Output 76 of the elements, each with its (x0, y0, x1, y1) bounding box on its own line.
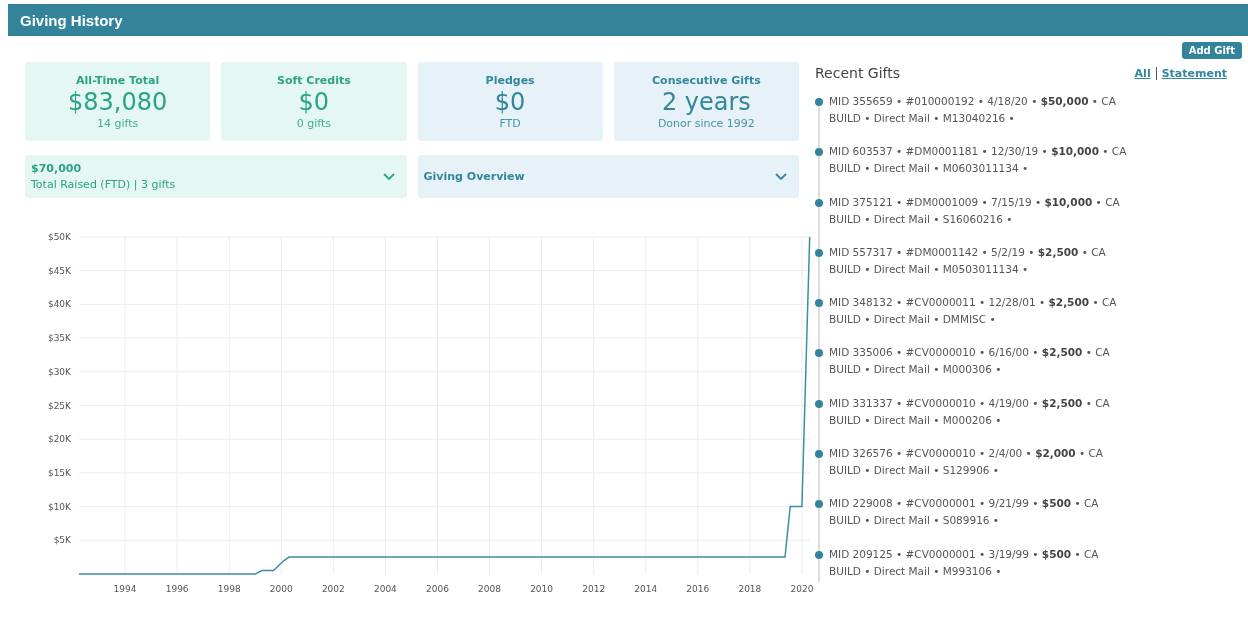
timeline-dot (815, 349, 823, 358)
stat-value: $0 (298, 87, 330, 116)
timeline-dot (815, 450, 823, 459)
x-axis-label: 1998 (217, 584, 241, 594)
stat-value: $0 (494, 87, 526, 116)
timeline-dot (815, 198, 823, 207)
y-axis-label: $15K (47, 467, 71, 478)
dropdown[interactable]: $70,000 Total Raised (FTD) | 3 gifts (25, 155, 407, 198)
timeline-dot (815, 299, 823, 308)
gift-details: MID 335006 • #CV0000010 • 6/16/00 • $2,500 • CA (829, 346, 1111, 359)
header-link[interactable]: Statement (1155, 66, 1232, 80)
y-axis-label: $35K (47, 333, 71, 344)
section-title: Recent Gifts (815, 65, 901, 81)
gift-details: MID 557317 • #DM0001142 • 5/2/19 • $2,500 • CA (829, 245, 1107, 258)
y-axis-label: $10K (47, 501, 71, 512)
x-axis-label: 1996 (165, 584, 189, 594)
y-axis-label: $45K (47, 265, 71, 276)
stat-value: $83,080 (68, 87, 168, 116)
y-axis-label: $20K (47, 434, 71, 445)
x-axis-label: 2008 (478, 584, 501, 594)
gift-details: BUILD • Direct Mail • M000306 • (829, 363, 1003, 376)
gift-details: MID 355659 • #010000192 • 4/18/20 • $50,000 • CA (829, 95, 1117, 107)
y-axis-label: $30K (47, 366, 71, 377)
gift-details: MID 348132 • #CV0000011 • 12/28/01 • $2,500 • CA (829, 296, 1118, 309)
dropdown[interactable]: Giving Overview (417, 155, 799, 198)
gift-details: BUILD • Direct Mail • M993106 • (829, 564, 1003, 577)
gift-details: BUILD • Direct Mail • M0503011134 • (829, 262, 1030, 275)
gift-details: BUILD • Direct Mail • M13040216 • (829, 112, 1016, 124)
stat-label: Soft Credits (277, 73, 351, 87)
stat-label: All-Time Total (76, 73, 160, 87)
page-title: Giving History (20, 11, 123, 29)
x-axis-label: 2012 (582, 584, 606, 594)
y-axis-label: $25K (47, 400, 71, 411)
x-axis-label: 2018 (738, 584, 762, 594)
stat-value: 2 years (661, 87, 751, 116)
header-link[interactable]: All (1129, 66, 1156, 80)
x-axis-label: 2000 (269, 584, 293, 594)
stat-label: Consecutive Gifts (652, 73, 761, 87)
gift-details: MID 229008 • #CV0000001 • 9/21/99 • $500 • CA (829, 497, 1100, 510)
gift-details: MID 209125 • #CV0000001 • 3/19/99 • $500 • CA (829, 547, 1100, 560)
timeline-dot (815, 550, 823, 559)
gift-details: BUILD • Direct Mail • S129906 • (829, 464, 1001, 477)
add-gift-button[interactable]: Add Gift (1181, 42, 1242, 59)
x-axis-label: 1994 (113, 584, 137, 594)
y-axis-label: $40K (47, 299, 71, 310)
timeline-dot (815, 500, 823, 509)
timeline-dot (815, 148, 823, 157)
gift-details: MID 331337 • #CV0000010 • 4/19/00 • $2,500 • CA (829, 396, 1111, 409)
stat-subtext: 14 gifts (97, 116, 139, 130)
gift-details: MID 326576 • #CV0000010 • 2/4/00 • $2,000 • CA (829, 447, 1105, 460)
x-axis-label: 2020 (790, 584, 814, 594)
stat-subtext: 0 gifts (296, 116, 331, 130)
y-axis-label: $5K (53, 535, 71, 546)
dropdown-title: $70,000 (31, 162, 83, 175)
x-axis-label: 2002 (321, 584, 345, 594)
gift-details: BUILD • Direct Mail • DMMISC • (829, 313, 997, 326)
timeline-dot (815, 248, 823, 257)
gift-details: BUILD • Direct Mail • M000206 • (829, 413, 1003, 426)
stat-subtext: FTD (499, 116, 521, 130)
stat-subtext: Donor since 1992 (657, 116, 755, 130)
gift-details: MID 603537 • #DM0001181 • 12/30/19 • $10,000 • CA (829, 145, 1128, 158)
stat-label: Pledges (485, 73, 535, 87)
gift-details: BUILD • Direct Mail • M0603011134 • (829, 162, 1030, 175)
dropdown-subtitle: Total Raised (FTD) | 3 gifts (31, 178, 176, 191)
timeline-dot (815, 98, 823, 106)
x-axis-label: 2004 (373, 584, 397, 594)
dropdown-title: Giving Overview (423, 170, 525, 183)
x-axis-label: 2010 (530, 584, 554, 594)
gift-details: BUILD • Direct Mail • S089916 • (829, 514, 1001, 527)
timeline-dot (815, 399, 823, 408)
gift-details: BUILD • Direct Mail • S16060216 • (829, 212, 1014, 225)
gift-details: MID 375121 • #DM0001009 • 7/15/19 • $10,000 • CA (829, 195, 1121, 208)
x-axis-label: 2014 (634, 584, 658, 594)
x-axis-label: 2006 (426, 584, 449, 594)
y-axis-label: $50K (47, 232, 71, 242)
x-axis-label: 2016 (686, 584, 710, 594)
